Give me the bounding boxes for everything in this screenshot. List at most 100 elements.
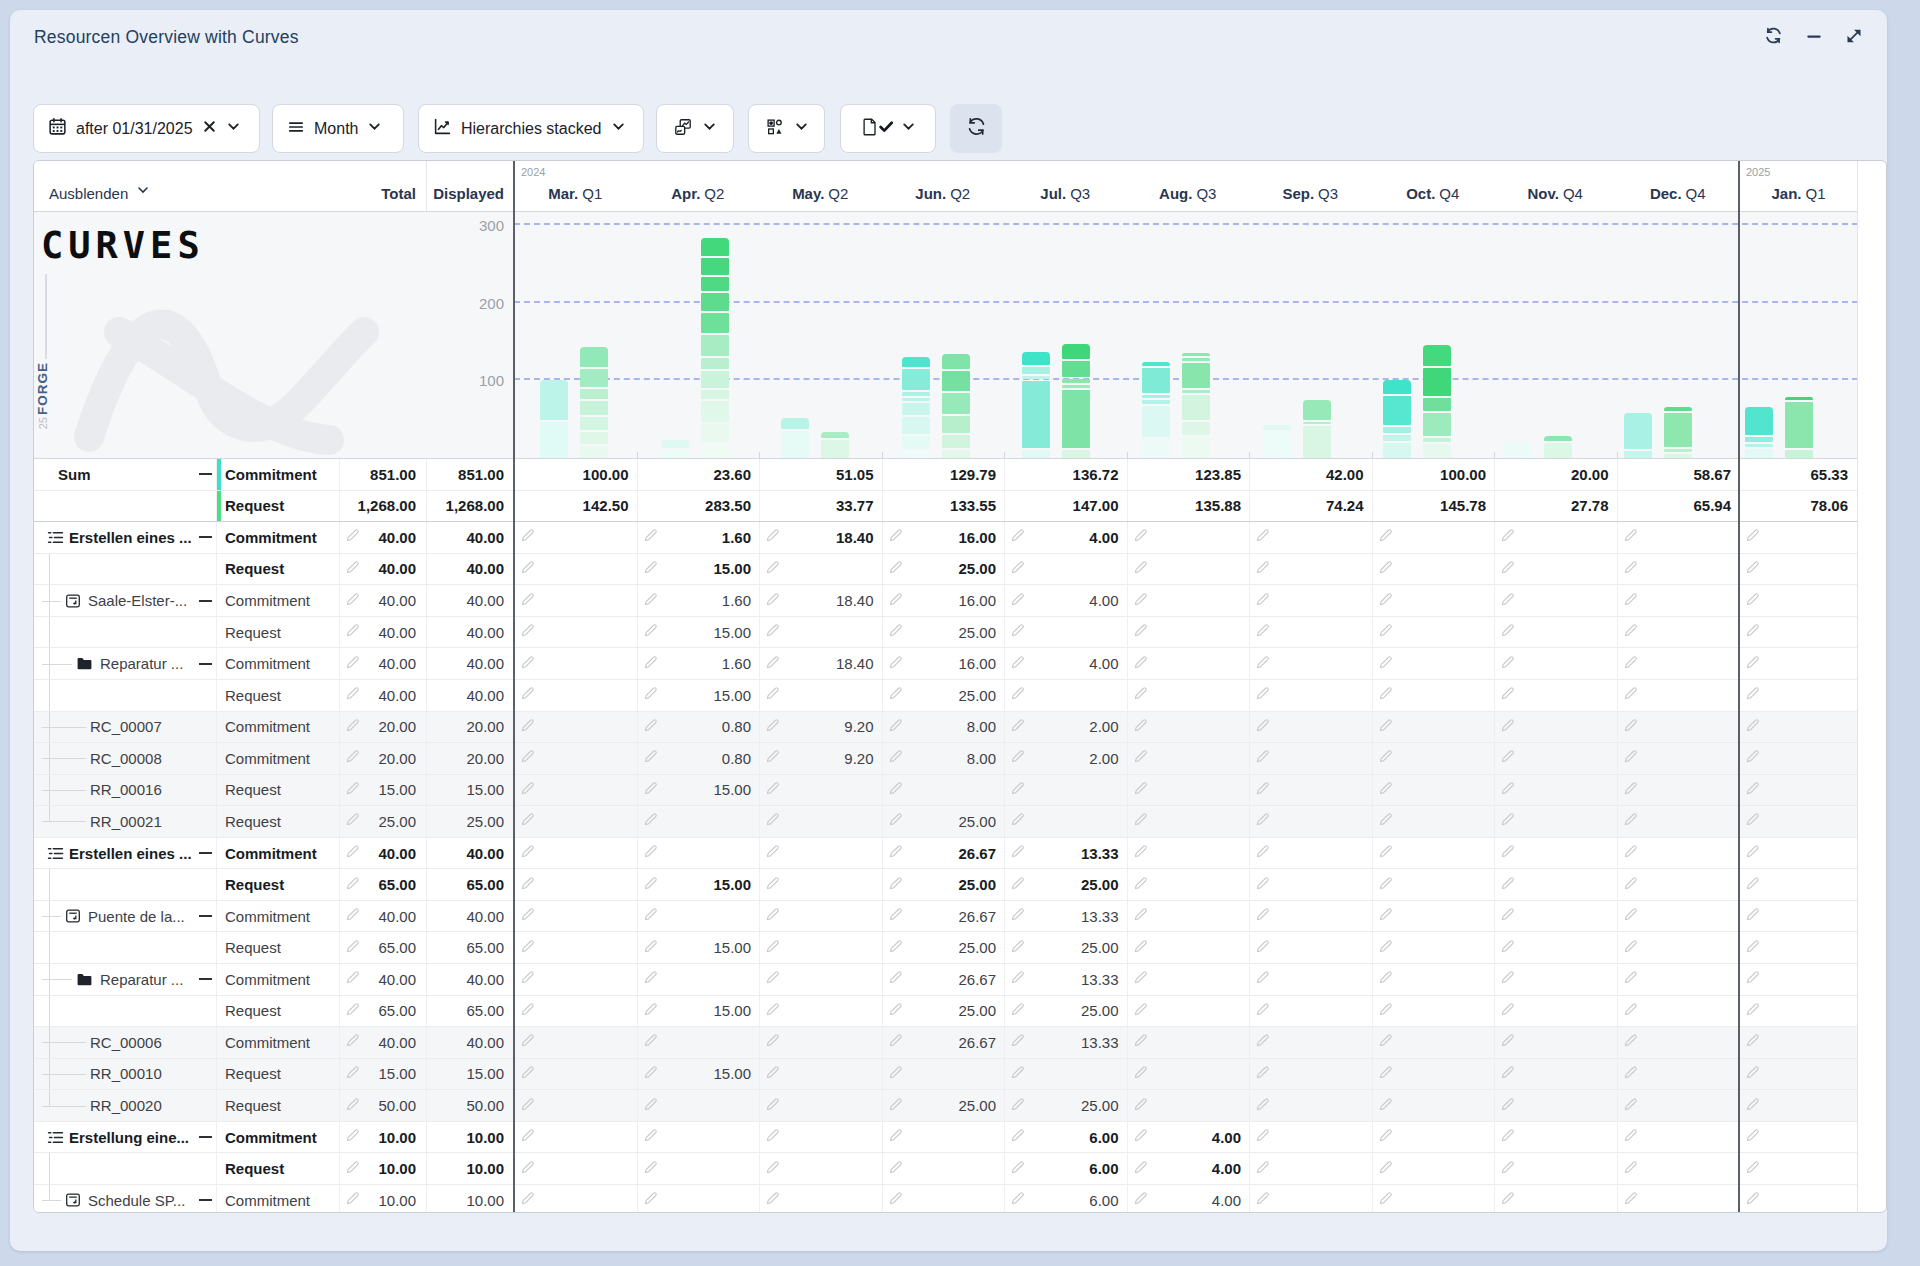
- edit-pencil-icon[interactable]: [1378, 812, 1393, 830]
- edit-pencil-icon[interactable]: [1378, 749, 1393, 767]
- edit-pencil-icon[interactable]: [520, 970, 535, 988]
- edit-pencil-icon[interactable]: [345, 876, 360, 894]
- edit-pencil-icon[interactable]: [1745, 781, 1760, 799]
- edit-pencil-icon[interactable]: [1255, 876, 1270, 894]
- edit-pencil-icon[interactable]: [643, 1033, 658, 1051]
- edit-pencil-icon[interactable]: [1745, 1065, 1760, 1083]
- edit-pencil-icon[interactable]: [1623, 749, 1638, 767]
- edit-pencil-icon[interactable]: [1378, 1033, 1393, 1051]
- edit-pencil-icon[interactable]: [345, 781, 360, 799]
- edit-pencil-icon[interactable]: [1133, 592, 1148, 610]
- edit-pencil-icon[interactable]: [765, 1097, 780, 1115]
- edit-pencil-icon[interactable]: [1255, 844, 1270, 862]
- edit-pencil-icon[interactable]: [1623, 844, 1638, 862]
- edit-pencil-icon[interactable]: [1255, 686, 1270, 704]
- edit-pencil-icon[interactable]: [1255, 528, 1270, 546]
- edit-pencil-icon[interactable]: [765, 1128, 780, 1146]
- edit-pencil-icon[interactable]: [345, 686, 360, 704]
- collapse-button[interactable]: [199, 657, 213, 671]
- edit-pencil-icon[interactable]: [520, 939, 535, 957]
- edit-pencil-icon[interactable]: [1745, 1160, 1760, 1178]
- refresh-button[interactable]: [950, 104, 1002, 153]
- edit-pencil-icon[interactable]: [1378, 781, 1393, 799]
- edit-pencil-icon[interactable]: [345, 623, 360, 641]
- edit-pencil-icon[interactable]: [345, 1033, 360, 1051]
- edit-pencil-icon[interactable]: [1745, 844, 1760, 862]
- edit-pencil-icon[interactable]: [643, 1065, 658, 1083]
- edit-pencil-icon[interactable]: [1378, 1065, 1393, 1083]
- edit-pencil-icon[interactable]: [1133, 970, 1148, 988]
- edit-pencil-icon[interactable]: [1010, 812, 1025, 830]
- edit-pencil-icon[interactable]: [888, 718, 903, 736]
- edit-pencil-icon[interactable]: [888, 623, 903, 641]
- edit-pencil-icon[interactable]: [1500, 1097, 1515, 1115]
- edit-pencil-icon[interactable]: [1745, 528, 1760, 546]
- edit-pencil-icon[interactable]: [1745, 876, 1760, 894]
- edit-pencil-icon[interactable]: [1500, 844, 1515, 862]
- edit-pencil-icon[interactable]: [1500, 970, 1515, 988]
- edit-pencil-icon[interactable]: [1745, 1002, 1760, 1020]
- edit-pencil-icon[interactable]: [1133, 1002, 1148, 1020]
- edit-pencil-icon[interactable]: [1500, 939, 1515, 957]
- edit-pencil-icon[interactable]: [888, 1097, 903, 1115]
- edit-pencil-icon[interactable]: [765, 939, 780, 957]
- clear-filter-icon[interactable]: [202, 119, 217, 138]
- edit-pencil-icon[interactable]: [1010, 970, 1025, 988]
- edit-pencil-icon[interactable]: [1745, 812, 1760, 830]
- edit-pencil-icon[interactable]: [520, 592, 535, 610]
- edit-pencil-icon[interactable]: [345, 1191, 360, 1209]
- edit-pencil-icon[interactable]: [643, 623, 658, 641]
- edit-pencil-icon[interactable]: [1623, 1065, 1638, 1083]
- edit-pencil-icon[interactable]: [765, 1002, 780, 1020]
- interval-chip[interactable]: Month: [272, 104, 404, 153]
- edit-pencil-icon[interactable]: [1255, 1160, 1270, 1178]
- edit-pencil-icon[interactable]: [520, 1097, 535, 1115]
- edit-pencil-icon[interactable]: [1133, 655, 1148, 673]
- edit-pencil-icon[interactable]: [643, 1160, 658, 1178]
- edit-pencil-icon[interactable]: [1133, 623, 1148, 641]
- edit-pencil-icon[interactable]: [1500, 623, 1515, 641]
- edit-pencil-icon[interactable]: [1133, 718, 1148, 736]
- edit-pencil-icon[interactable]: [1010, 1033, 1025, 1051]
- edit-pencil-icon[interactable]: [888, 560, 903, 578]
- edit-pencil-icon[interactable]: [765, 1065, 780, 1083]
- edit-pencil-icon[interactable]: [345, 812, 360, 830]
- edit-pencil-icon[interactable]: [345, 1065, 360, 1083]
- edit-pencil-icon[interactable]: [1010, 655, 1025, 673]
- edit-pencil-icon[interactable]: [520, 718, 535, 736]
- edit-pencil-icon[interactable]: [520, 623, 535, 641]
- edit-pencil-icon[interactable]: [1623, 970, 1638, 988]
- edit-pencil-icon[interactable]: [345, 939, 360, 957]
- edit-pencil-icon[interactable]: [765, 1160, 780, 1178]
- edit-pencil-icon[interactable]: [643, 939, 658, 957]
- edit-pencil-icon[interactable]: [765, 844, 780, 862]
- edit-pencil-icon[interactable]: [520, 1160, 535, 1178]
- collapse-button[interactable]: [199, 846, 213, 860]
- edit-pencil-icon[interactable]: [520, 876, 535, 894]
- edit-pencil-icon[interactable]: [1010, 876, 1025, 894]
- edit-pencil-icon[interactable]: [1378, 907, 1393, 925]
- expand-icon[interactable]: [1845, 27, 1863, 45]
- edit-pencil-icon[interactable]: [1500, 1160, 1515, 1178]
- edit-pencil-icon[interactable]: [888, 1160, 903, 1178]
- edit-pencil-icon[interactable]: [520, 844, 535, 862]
- edit-pencil-icon[interactable]: [1745, 623, 1760, 641]
- edit-pencil-icon[interactable]: [520, 686, 535, 704]
- edit-pencil-icon[interactable]: [1623, 812, 1638, 830]
- edit-pencil-icon[interactable]: [1378, 560, 1393, 578]
- date-filter-chip[interactable]: after 01/31/2025: [33, 104, 260, 153]
- edit-pencil-icon[interactable]: [1255, 655, 1270, 673]
- edit-pencil-icon[interactable]: [520, 749, 535, 767]
- edit-pencil-icon[interactable]: [1255, 907, 1270, 925]
- collapse-button[interactable]: [199, 1130, 213, 1144]
- edit-pencil-icon[interactable]: [1378, 1160, 1393, 1178]
- images-chip[interactable]: [656, 104, 734, 153]
- edit-pencil-icon[interactable]: [1010, 592, 1025, 610]
- edit-pencil-icon[interactable]: [1745, 1191, 1760, 1209]
- edit-pencil-icon[interactable]: [888, 1128, 903, 1146]
- edit-pencil-icon[interactable]: [1133, 528, 1148, 546]
- mode-chip[interactable]: Hierarchies stacked: [418, 104, 644, 153]
- edit-pencil-icon[interactable]: [643, 528, 658, 546]
- edit-pencil-icon[interactable]: [643, 907, 658, 925]
- edit-pencil-icon[interactable]: [643, 970, 658, 988]
